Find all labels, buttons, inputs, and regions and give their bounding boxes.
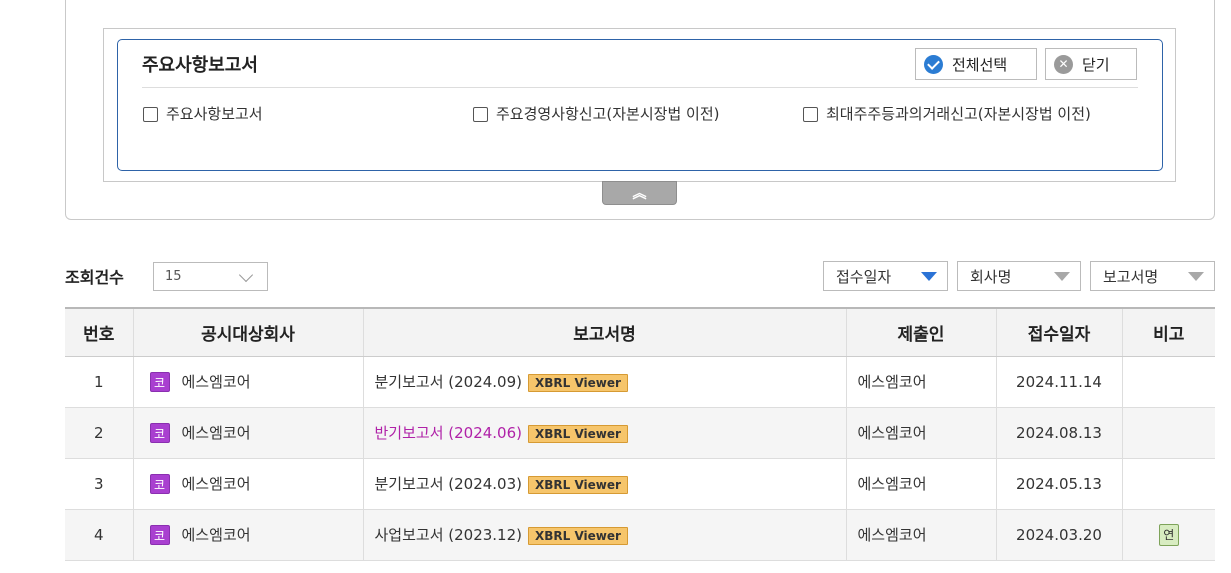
report-link[interactable]: 사업보고서 (2023.12) [375, 526, 523, 544]
row-no: 2 [65, 407, 133, 459]
result-count-label: 조회건수 [65, 268, 124, 287]
filter-option-label: 주요사항보고서 [166, 105, 263, 123]
submitter-cell: 에스엠코어 [845, 356, 996, 408]
submitter-cell: 에스엠코어 [845, 509, 996, 561]
filter-divider [142, 87, 1138, 88]
kosdaq-badge: 코 [149, 525, 170, 546]
kosdaq-badge: 코 [149, 372, 170, 393]
row-no: 3 [65, 458, 133, 510]
sort-by-company-select[interactable]: 회사명 [957, 261, 1081, 291]
header-report: 보고서명 [362, 307, 846, 357]
xbrl-viewer-button[interactable]: XBRL Viewer [528, 526, 628, 545]
triangle-down-icon [1054, 272, 1070, 281]
sort-label: 회사명 [970, 267, 1012, 286]
checkbox[interactable] [803, 107, 818, 122]
table-row: 1 코 에스엠코어 분기보고서 (2024.09) XBRL Viewer 에스엠코… [65, 356, 1215, 408]
header-no: 번호 [65, 307, 133, 357]
table-row: 2 코 에스엠코어 반기보고서 (2024.06) XBRL Viewer 에스엠코… [65, 407, 1215, 459]
company-link[interactable]: 에스엠코어 [182, 373, 251, 391]
table-row: 3 코 에스엠코어 분기보고서 (2024.03) XBRL Viewer 에스엠코… [65, 458, 1215, 510]
triangle-down-icon [921, 272, 937, 281]
header-company: 공시대상회사 [132, 307, 363, 357]
remark-cell: 연 [1121, 509, 1215, 561]
company-cell: 코 에스엠코어 [132, 407, 363, 459]
report-cell: 분기보고서 (2024.09) XBRL Viewer [362, 356, 846, 408]
header-date: 접수일자 [995, 307, 1122, 357]
xbrl-viewer-button[interactable]: XBRL Viewer [528, 424, 628, 443]
close-label: 닫기 [1082, 55, 1110, 74]
x-circle-icon: ✕ [1054, 54, 1073, 74]
filter-option-2[interactable]: 주요경영사항신고(자본시장법 이전) [473, 105, 719, 124]
sort-by-report-select[interactable]: 보고서명 [1090, 261, 1215, 291]
remark-cell [1121, 407, 1215, 459]
sort-by-date-select[interactable]: 접수일자 [823, 261, 948, 291]
kosdaq-badge: 코 [149, 423, 170, 444]
company-link[interactable]: 에스엠코어 [182, 526, 251, 544]
company-link[interactable]: 에스엠코어 [182, 475, 251, 493]
report-link[interactable]: 분기보고서 (2024.09) [375, 373, 523, 391]
select-all-label: 전체선택 [952, 55, 1008, 74]
filter-option-1[interactable]: 주요사항보고서 [143, 105, 263, 124]
filter-option-label: 최대주주등과의거래신고(자본시장법 이전) [826, 105, 1091, 123]
kosdaq-badge: 코 [149, 474, 170, 495]
submitter-cell: 에스엠코어 [845, 407, 996, 459]
chevron-down-icon [238, 267, 254, 283]
date-cell: 2024.03.20 [995, 509, 1122, 561]
company-cell: 코 에스엠코어 [132, 356, 363, 408]
report-link[interactable]: 분기보고서 (2024.03) [375, 475, 523, 493]
report-cell: 사업보고서 (2023.12) XBRL Viewer [362, 509, 846, 561]
collapse-panel-button[interactable]: ︽ [602, 181, 677, 205]
xbrl-viewer-button[interactable]: XBRL Viewer [528, 373, 628, 392]
date-cell: 2024.05.13 [995, 458, 1122, 510]
header-submitter: 제출인 [845, 307, 996, 357]
company-cell: 코 에스엠코어 [132, 509, 363, 561]
date-cell: 2024.11.14 [995, 356, 1122, 408]
sort-label: 접수일자 [836, 267, 892, 286]
remark-cell [1121, 458, 1215, 510]
report-link[interactable]: 반기보고서 (2024.06) [375, 424, 523, 442]
check-circle-icon [924, 54, 943, 74]
row-no: 4 [65, 509, 133, 561]
close-filter-button[interactable]: ✕ 닫기 [1045, 48, 1137, 80]
remark-cell [1121, 356, 1215, 408]
filter-option-label: 주요경영사항신고(자본시장법 이전) [496, 105, 720, 123]
consolidated-badge[interactable]: 연 [1158, 523, 1179, 546]
company-cell: 코 에스엠코어 [132, 458, 363, 510]
filter-option-3[interactable]: 최대주주등과의거래신고(자본시장법 이전) [803, 105, 1103, 124]
select-all-button[interactable]: 전체선택 [915, 48, 1037, 80]
disclosure-table: 번호 공시대상회사 보고서명 제출인 접수일자 비고 1 코 에스엠코어 분기보고… [65, 307, 1215, 561]
date-cell: 2024.08.13 [995, 407, 1122, 459]
company-link[interactable]: 에스엠코어 [182, 424, 251, 442]
xbrl-viewer-button[interactable]: XBRL Viewer [528, 475, 628, 494]
filter-title: 주요사항보고서 [142, 55, 258, 76]
page-size-select[interactable]: 15 [153, 262, 268, 291]
checkbox[interactable] [143, 107, 158, 122]
sort-label: 보고서명 [1103, 267, 1159, 286]
checkbox[interactable] [473, 107, 488, 122]
table-header-row: 번호 공시대상회사 보고서명 제출인 접수일자 비고 [65, 307, 1215, 357]
submitter-cell: 에스엠코어 [845, 458, 996, 510]
triangle-down-icon [1188, 272, 1204, 281]
report-cell: 반기보고서 (2024.06) XBRL Viewer [362, 407, 846, 459]
page-size-value: 15 [165, 269, 182, 284]
table-row: 4 코 에스엠코어 사업보고서 (2023.12) XBRL Viewer 에스엠코… [65, 509, 1215, 561]
double-chevron-up-icon: ︽ [632, 186, 647, 202]
header-remark: 비고 [1121, 307, 1215, 357]
row-no: 1 [65, 356, 133, 408]
report-cell: 분기보고서 (2024.03) XBRL Viewer [362, 458, 846, 510]
